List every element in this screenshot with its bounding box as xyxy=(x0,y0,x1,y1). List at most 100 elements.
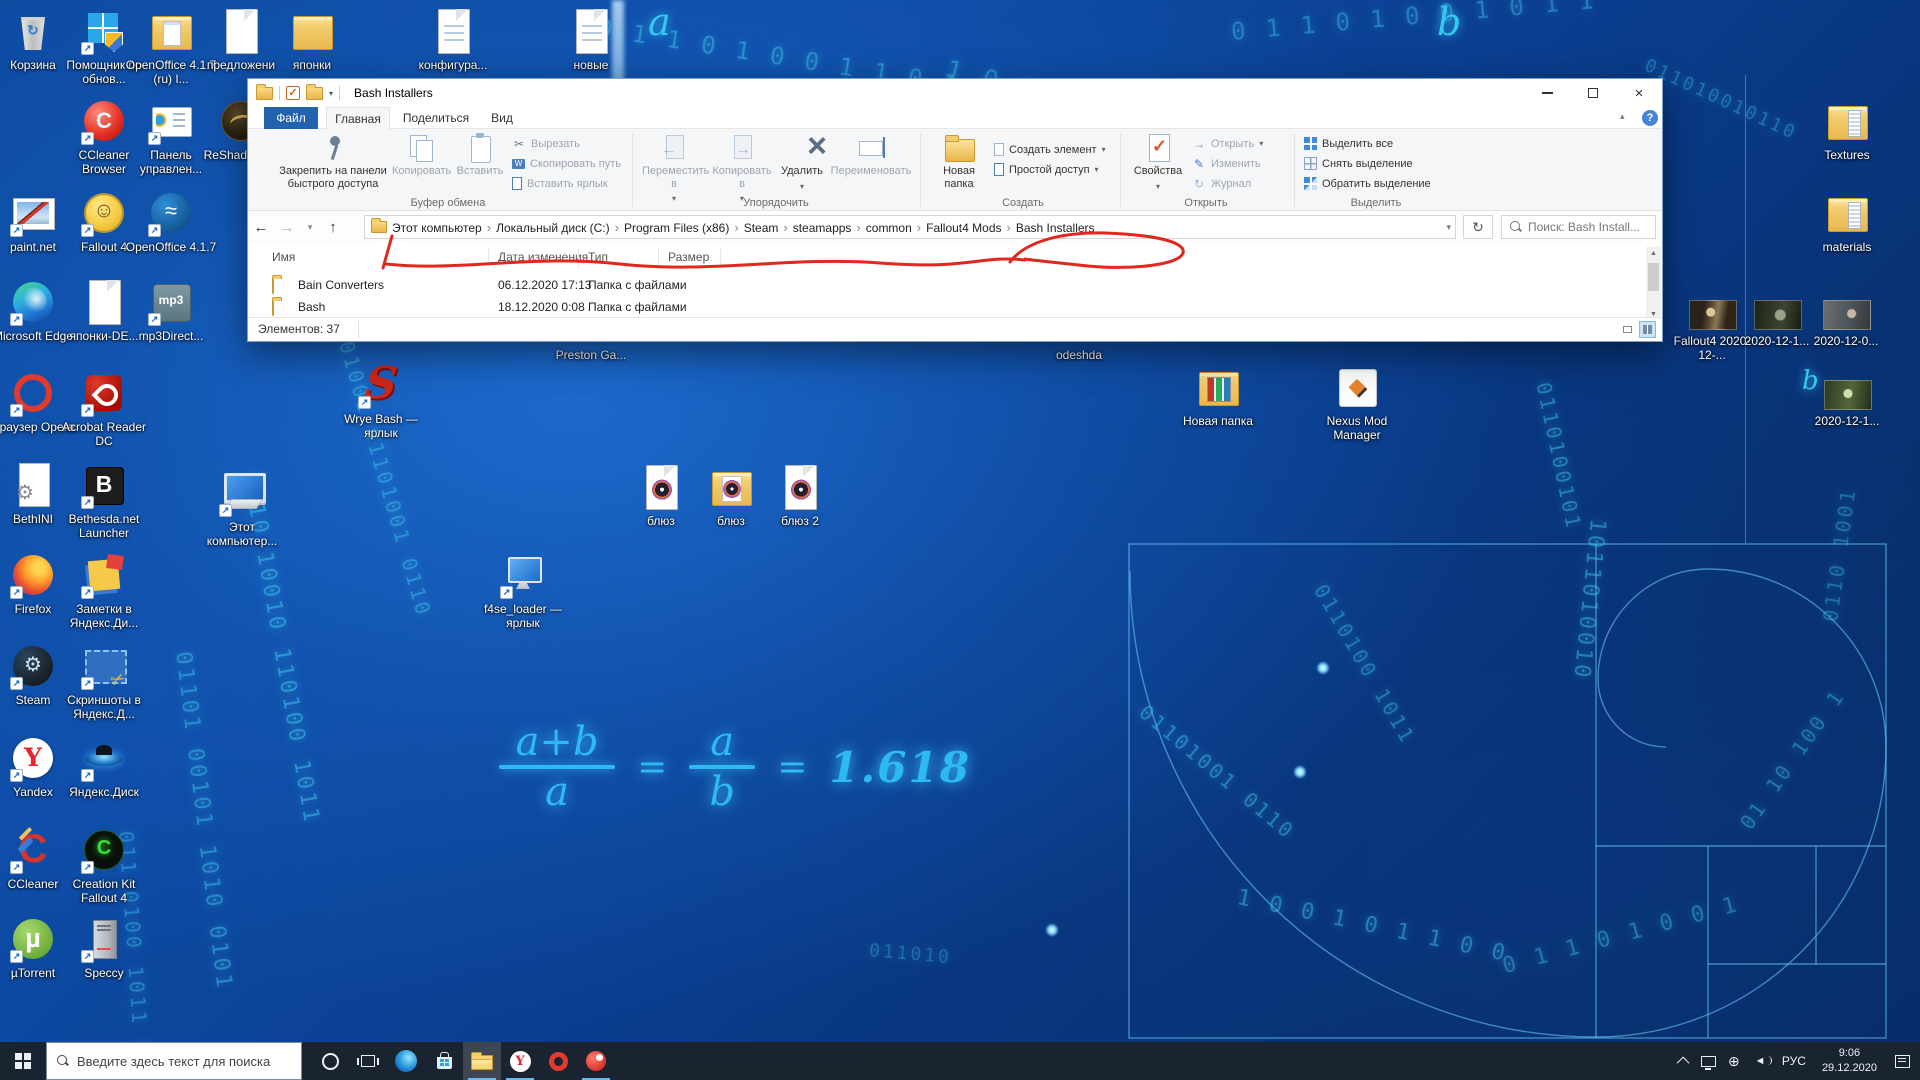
new-folder-icon[interactable] xyxy=(306,87,323,100)
desktop-icon[interactable]: ↗Яндекс.Диск xyxy=(57,735,151,781)
invert-selection-button[interactable]: Обратить выделение xyxy=(1304,175,1431,192)
desktop-icon[interactable]: ↗Этот компьютер... xyxy=(195,470,289,516)
file-row[interactable]: Bash18.12.2020 0:08Папка с файлами xyxy=(248,297,1648,319)
desktop-icon[interactable]: ↗f4se_loader — ярлык xyxy=(476,552,570,598)
new-folder-button[interactable]: Новая папка xyxy=(930,133,988,197)
paste-shortcut-button[interactable]: Вставить ярлык xyxy=(512,175,621,192)
desktop-icon[interactable]: ↗Wrye Bash — ярлык xyxy=(334,362,428,408)
breadcrumb-item[interactable]: Bash Installers xyxy=(1011,221,1100,235)
desktop-icon[interactable]: ↗Speccy xyxy=(57,916,151,962)
column-size[interactable]: Размер xyxy=(668,250,709,264)
properties-check-icon[interactable]: ✓ xyxy=(286,86,300,100)
edit-button[interactable]: ✎ Изменить xyxy=(1192,155,1263,172)
taskbar-app-task-view[interactable] xyxy=(349,1042,387,1080)
desktop-icon[interactable]: ↗Acrobat Reader DC xyxy=(57,370,151,416)
breadcrumb-item[interactable]: Steam xyxy=(739,221,784,235)
taskbar-app-cortana[interactable] xyxy=(311,1042,349,1080)
desktop-icon[interactable]: materials xyxy=(1800,190,1894,236)
minimize-button[interactable] xyxy=(1524,79,1570,107)
desktop-icon[interactable]: конфигура... xyxy=(406,8,500,54)
up-button[interactable]: ↑ xyxy=(320,219,346,236)
cut-button[interactable]: ✂ Вырезать xyxy=(512,135,621,152)
copy-path-button[interactable]: W Скопировать путь xyxy=(512,155,621,172)
breadcrumb-item[interactable]: Этот компьютер xyxy=(387,221,487,235)
file-row[interactable]: Bain Converters06.12.2020 17:13Папка с ф… xyxy=(248,275,1648,297)
desktop-icon[interactable]: ↗OpenOffice 4.1.7 xyxy=(124,190,218,236)
breadcrumb-item[interactable]: Fallout4 Mods xyxy=(921,221,1006,235)
history-button[interactable]: ↻ Журнал xyxy=(1192,175,1263,192)
address-bar[interactable]: Этот компьютер›Локальный диск (C:)›Progr… xyxy=(364,215,1456,239)
hidden-icons-chevron[interactable] xyxy=(1674,1042,1696,1080)
close-button[interactable]: × xyxy=(1616,79,1662,107)
forward-button[interactable]: → xyxy=(274,219,300,236)
thumbnail-view-button[interactable] xyxy=(1639,321,1656,338)
column-divider[interactable] xyxy=(658,249,659,267)
volume-tray-icon[interactable]: ◄ xyxy=(1746,1042,1774,1080)
pin-to-quick-access-button[interactable]: Закрепить на панели быстрого доступа xyxy=(278,133,388,197)
desktop-icon[interactable]: Новая папка xyxy=(1171,364,1265,410)
maximize-button[interactable] xyxy=(1570,79,1616,107)
rename-button[interactable]: Переименовать xyxy=(828,133,914,197)
scrollbar-thumb[interactable] xyxy=(1648,263,1659,291)
title-bar[interactable]: ✓ ▾ Bash Installers × xyxy=(248,79,1662,107)
column-divider[interactable] xyxy=(578,249,579,267)
desktop-icon[interactable]: ↗Скриншоты в Яндекс.Д... xyxy=(57,643,151,689)
taskbar-app-store[interactable] xyxy=(425,1042,463,1080)
column-name[interactable]: Имя xyxy=(272,250,295,264)
tab-file[interactable]: Файл xyxy=(264,107,318,129)
taskbar-search-input[interactable]: Введите здесь текст для поиска xyxy=(46,1042,302,1080)
copy-to-button[interactable]: Копировать в ▾ xyxy=(710,133,774,197)
back-button[interactable]: ← xyxy=(248,219,274,236)
scroll-up-icon[interactable]: ▲ xyxy=(1646,247,1661,261)
network-tray-icon[interactable]: ⊕ xyxy=(1722,1042,1746,1080)
move-to-button[interactable]: Переместить в ▾ xyxy=(642,133,706,197)
select-none-button[interactable]: Снять выделение xyxy=(1304,155,1431,172)
tab-home[interactable]: Главная xyxy=(326,107,390,129)
select-all-button[interactable]: Выделить все xyxy=(1304,135,1431,152)
tab-share[interactable]: Поделиться xyxy=(398,107,474,129)
taskbar-app-explorer[interactable] xyxy=(463,1042,501,1080)
taskbar-app-browser[interactable] xyxy=(577,1042,615,1080)
clock[interactable]: 9:06 29.12.2020 xyxy=(1814,1042,1885,1080)
column-divider[interactable] xyxy=(720,249,721,267)
taskbar-app-yandex-browser[interactable] xyxy=(501,1042,539,1080)
properties-button[interactable]: Свойства ▾ xyxy=(1130,133,1186,197)
desktop-icon[interactable]: новые xyxy=(544,8,638,54)
desktop-icon[interactable]: японки xyxy=(265,8,359,54)
column-divider[interactable] xyxy=(488,249,489,267)
help-icon[interactable]: ? xyxy=(1642,110,1658,126)
chevron-down-icon[interactable]: ▾ xyxy=(329,89,333,98)
new-item-button[interactable]: Создать элемент ▾ xyxy=(994,141,1106,158)
desktop-icon[interactable]: ↗Заметки в Яндекс.Ди... xyxy=(57,552,151,598)
breadcrumb-item[interactable]: steamapps xyxy=(788,221,857,235)
column-type[interactable]: Тип xyxy=(588,250,608,264)
taskbar-app-edge[interactable] xyxy=(387,1042,425,1080)
tab-view[interactable]: Вид xyxy=(482,107,522,129)
breadcrumb-item[interactable]: Program Files (x86) xyxy=(619,221,734,235)
language-indicator[interactable]: РУС xyxy=(1774,1042,1814,1080)
desktop-icon[interactable]: ↗Creation Kit Fallout 4 xyxy=(57,827,151,873)
collapse-ribbon-icon[interactable]: ▴ xyxy=(1620,111,1625,122)
start-button[interactable] xyxy=(0,1042,46,1080)
search-input[interactable]: Поиск: Bash Install... xyxy=(1501,215,1656,239)
open-button[interactable]: → Открыть ▾ xyxy=(1192,135,1263,152)
desktop-icon[interactable]: ↗Bethesda.net Launcher xyxy=(57,462,151,508)
copy-button[interactable]: Копировать xyxy=(392,133,450,197)
breadcrumb-item[interactable]: Локальный диск (C:) xyxy=(491,221,615,235)
desktop-icon[interactable]: блюз 2 xyxy=(753,464,847,510)
recent-locations-icon[interactable]: ▾ xyxy=(300,222,320,233)
folder-icon[interactable] xyxy=(256,87,273,100)
paste-button[interactable]: Вставить xyxy=(454,133,506,197)
display-tray-icon[interactable] xyxy=(1696,1042,1722,1080)
address-dropdown-icon[interactable]: ▾ xyxy=(1446,222,1451,233)
desktop-icon[interactable]: 2020-12-0... xyxy=(1799,296,1893,330)
delete-button[interactable]: Удалить ▾ xyxy=(778,133,826,197)
easy-access-button[interactable]: Простой доступ ▾ xyxy=(994,161,1106,178)
taskbar-app-opera[interactable] xyxy=(539,1042,577,1080)
column-date[interactable]: Дата изменения xyxy=(498,250,588,264)
details-view-button[interactable] xyxy=(1619,321,1636,338)
action-center-icon[interactable] xyxy=(1885,1042,1920,1080)
desktop-icon[interactable]: 2020-12-1... xyxy=(1800,376,1894,410)
breadcrumb-item[interactable]: common xyxy=(861,221,917,235)
desktop-icon[interactable]: Textures xyxy=(1800,98,1894,144)
